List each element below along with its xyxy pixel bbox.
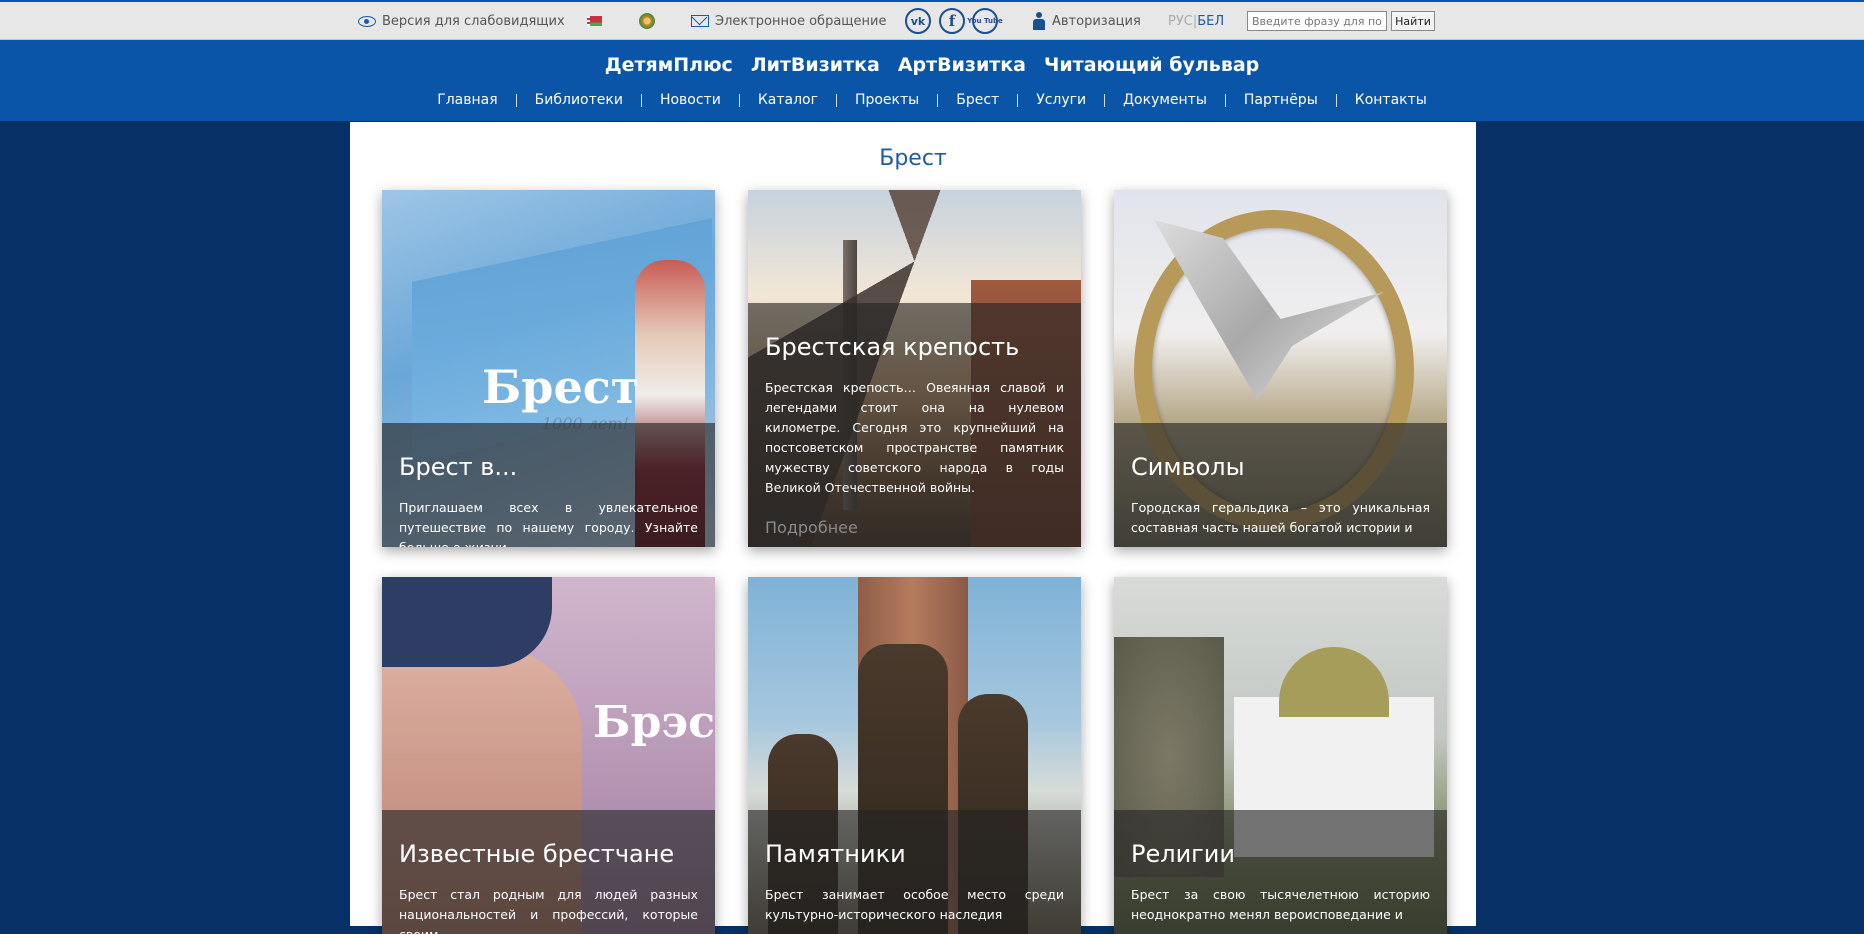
- flag-link[interactable]: [587, 2, 602, 40]
- card-title: Памятники: [765, 840, 906, 868]
- card-caption: Символы Городская геральдика – это уника…: [1114, 423, 1447, 547]
- vk-icon: vk: [905, 8, 931, 34]
- nav-item-contacts[interactable]: Контакты: [1337, 92, 1445, 108]
- emblem-link[interactable]: [639, 2, 655, 40]
- nav-item-news[interactable]: Новости: [642, 92, 739, 108]
- card-monuments[interactable]: Памятники Брест занимает особое место ср…: [748, 577, 1081, 934]
- low-vision-link[interactable]: Версия для слабовидящих: [358, 2, 565, 40]
- page-title: Брест: [879, 146, 947, 171]
- auth-label: Авторизация: [1052, 13, 1141, 29]
- nav-item-catalog[interactable]: Каталог: [740, 92, 836, 108]
- top-utility-bar: Версия для слабовидящих Электронное обра…: [0, 0, 1864, 40]
- more-link[interactable]: Подробнее: [765, 518, 1064, 537]
- nav-item-brest[interactable]: Брест: [938, 92, 1017, 108]
- e-appeal-link[interactable]: Электронное обращение: [691, 2, 886, 40]
- lang-ru[interactable]: РУС: [1168, 14, 1193, 29]
- card-text: Брест стал родным для людей разных нацио…: [399, 887, 698, 934]
- card-religions[interactable]: Религии Брест за свою тысячелетнюю истор…: [1114, 577, 1447, 934]
- card-brest-fortress[interactable]: Брестская крепость Брестская крепость… О…: [748, 190, 1081, 547]
- card-title: Известные брестчане: [399, 840, 675, 868]
- search-button[interactable]: Найти: [1391, 11, 1435, 31]
- project-link-reading-boulevard[interactable]: Читающий бульвар: [1044, 54, 1259, 76]
- card-text: Брест занимает особое место среди культу…: [765, 887, 1064, 922]
- vk-link[interactable]: vk: [905, 2, 931, 40]
- card-famous-people[interactable]: Брэс Известные брестчане Брест стал родн…: [382, 577, 715, 934]
- project-links: ДетямПлюс ЛитВизитка АртВизитка Читающий…: [0, 54, 1864, 76]
- card-text: Брест за свою тысячелетнюю историю неодн…: [1131, 887, 1430, 922]
- nav-item-services[interactable]: Услуги: [1018, 92, 1104, 108]
- card-title: Религии: [1131, 840, 1235, 868]
- nav-item-home[interactable]: Главная: [419, 92, 515, 108]
- card-text: Брестская крепость… Овеянная славой и ле…: [765, 380, 1064, 495]
- eye-icon: [358, 15, 376, 27]
- main-nav: Главная Библиотеки Новости Каталог Проек…: [0, 92, 1864, 108]
- project-link-children[interactable]: ДетямПлюс: [605, 54, 733, 76]
- language-switcher: РУС | БЕЛ: [1168, 2, 1224, 40]
- card-caption: Религии Брест за свою тысячелетнюю истор…: [1114, 810, 1447, 934]
- card-caption: Брестская крепость Брестская крепость… О…: [748, 303, 1081, 547]
- nav-item-projects[interactable]: Проекты: [837, 92, 937, 108]
- project-link-artvizitka[interactable]: АртВизитка: [898, 54, 1026, 76]
- youtube-link[interactable]: You Tube: [967, 2, 1003, 40]
- lang-be[interactable]: БЕЛ: [1197, 14, 1224, 29]
- low-vision-label: Версия для слабовидящих: [382, 13, 565, 29]
- user-icon: [1032, 12, 1046, 30]
- nav-item-partners[interactable]: Партнёры: [1226, 92, 1336, 108]
- card-text: Приглашаем всех в увлекательное путешест…: [399, 500, 698, 547]
- facebook-icon: f: [939, 8, 965, 34]
- brest-logo: Брэс: [593, 697, 715, 748]
- belarus-flag-icon: [587, 16, 602, 26]
- site-header: ДетямПлюс ЛитВизитка АртВизитка Читающий…: [0, 40, 1864, 122]
- auth-link[interactable]: Авторизация: [1032, 2, 1141, 40]
- facebook-link[interactable]: f: [939, 2, 965, 40]
- card-caption: Известные брестчане Брест стал родным дл…: [382, 810, 715, 934]
- card-symbols[interactable]: Символы Городская геральдика – это уника…: [1114, 190, 1447, 547]
- card-title: Символы: [1131, 453, 1245, 481]
- card-caption: Памятники Брест занимает особое место ср…: [748, 810, 1081, 934]
- logo-text: Брест: [482, 360, 640, 414]
- belarus-emblem-icon: [639, 13, 655, 29]
- project-link-litvizitka[interactable]: ЛитВизитка: [751, 54, 880, 76]
- card-brest-in[interactable]: Брест1000 лет! Брест в... Приглашаем все…: [382, 190, 715, 547]
- card-caption: Брест в... Приглашаем всех в увлекательн…: [382, 423, 715, 547]
- main-content: Брест Брест1000 лет! Брест в... Приглаша…: [350, 122, 1476, 934]
- nav-item-documents[interactable]: Документы: [1105, 92, 1225, 108]
- envelope-icon: [691, 15, 709, 27]
- search-form: Найти: [1247, 2, 1435, 40]
- youtube-icon: You Tube: [967, 8, 1003, 34]
- nav-item-libraries[interactable]: Библиотеки: [517, 92, 641, 108]
- card-text: Городская геральдика – это уникальная со…: [1131, 500, 1430, 535]
- e-appeal-label: Электронное обращение: [715, 13, 887, 29]
- card-title: Брест в...: [399, 453, 518, 481]
- search-input[interactable]: [1247, 11, 1387, 31]
- card-title: Брестская крепость: [765, 333, 1020, 361]
